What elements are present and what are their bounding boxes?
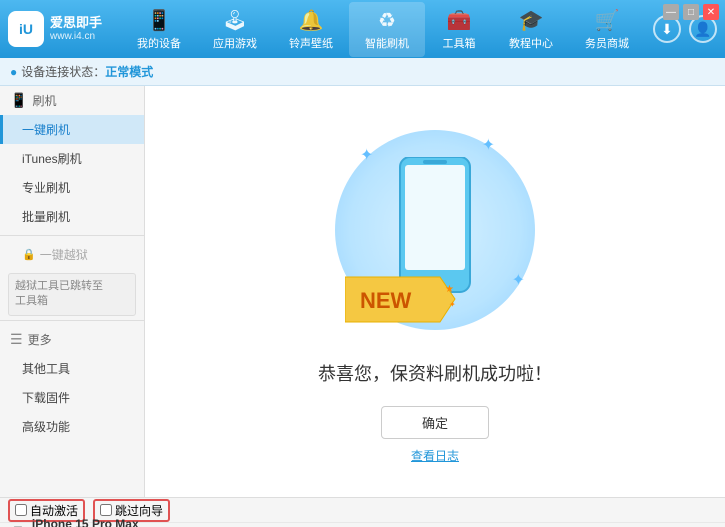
my-device-icon: 📱	[147, 8, 172, 33]
new-ribbon: NEW ★ ✦	[345, 272, 465, 330]
sidebar-more-header: ☰ 更多	[0, 325, 144, 354]
nav-my-device[interactable]: 📱 我的设备	[121, 2, 197, 57]
success-message: 恭喜您，保资料刷机成功啦！	[318, 360, 552, 386]
app-logo: iU 爱思即手 www.i4.cn	[8, 11, 103, 47]
maximize-button[interactable]: □	[683, 4, 699, 20]
more-section-label: 更多	[28, 331, 52, 348]
sidebar: 📱 刷机 一键刷机 iTunes刷机 专业刷机 批量刷机 🔒 一键越狱 越狱工具	[0, 86, 145, 497]
sparkle-icon-2: ✦	[482, 135, 495, 155]
svg-text:NEW: NEW	[360, 288, 412, 313]
store-icon: 🛒	[595, 8, 620, 33]
flash-section-label: 刷机	[32, 92, 56, 109]
status-prefix: ●	[10, 65, 17, 79]
main-layout: 📱 刷机 一键刷机 iTunes刷机 专业刷机 批量刷机 🔒 一键越狱 越狱工具	[0, 86, 725, 497]
smart-flash-icon: ♻	[378, 8, 396, 33]
nav-tutorial[interactable]: 🎓 教程中心	[493, 2, 569, 57]
view-log-link[interactable]: 查看日志	[411, 447, 459, 464]
toolbox-icon: 🧰	[447, 8, 472, 33]
sidebar-flash-header: 📱 刷机	[0, 86, 144, 115]
main-content: NEW ★ ✦ ✦ ✦ ✦ 恭喜您，保资料刷机成功啦！ 确定 查看日志	[145, 86, 725, 497]
sparkle-icon-3: ✦	[512, 270, 525, 290]
nav-toolbox[interactable]: 🧰 工具箱	[425, 2, 493, 57]
illustration: NEW ★ ✦ ✦ ✦ ✦	[325, 120, 545, 340]
nav-app-games[interactable]: 🕹 应用游戏	[197, 2, 273, 57]
sidebar-disabled-jailbreak: 🔒 一键越狱	[0, 240, 144, 269]
sidebar-divider-2	[0, 320, 144, 321]
sidebar-item-pro-flash[interactable]: 专业刷机	[0, 173, 144, 202]
nav-bar: 📱 我的设备 🕹 应用游戏 🔔 铃声壁纸 ♻ 智能刷机 🧰 工具箱 🎓 教	[113, 2, 653, 57]
device-name: iPhone 15 Pro Max	[32, 517, 139, 527]
sub-header: ● 设备连接状态： 正常模式	[0, 58, 725, 86]
sidebar-divider-1	[0, 235, 144, 236]
flash-section-icon: 📱	[10, 92, 27, 109]
skip-guide-checkbox[interactable]	[100, 504, 112, 516]
app-games-icon: 🕹	[222, 8, 247, 33]
sub-header-prefix: 设备连接状态：	[21, 63, 105, 80]
brand-url: www.i4.cn	[50, 31, 102, 43]
sidebar-item-one-key-flash[interactable]: 一键刷机	[0, 115, 144, 144]
device-info: 📱 iPhone 15 Pro Max 512GB iPhone	[8, 517, 139, 527]
svg-text:★: ★	[445, 284, 454, 295]
close-button[interactable]: ✕	[703, 4, 719, 20]
minimize-button[interactable]: —	[663, 4, 679, 20]
nav-smart-flash[interactable]: ♻ 智能刷机	[349, 2, 425, 57]
lock-icon: 🔒	[22, 248, 36, 261]
sidebar-warning-text: 越狱工具已跳转至工具箱	[8, 273, 136, 316]
brand-name: 爱思即手	[50, 15, 102, 31]
sparkle-icon-1: ✦	[360, 145, 373, 165]
logo-icon: iU	[8, 11, 44, 47]
sidebar-item-other-tools[interactable]: 其他工具	[0, 354, 144, 383]
sidebar-item-batch-flash[interactable]: 批量刷机	[0, 202, 144, 231]
app-header: iU 爱思即手 www.i4.cn 📱 我的设备 🕹 应用游戏 🔔 铃声壁纸 ♻	[0, 0, 725, 58]
sidebar-item-download-fw[interactable]: 下载固件	[0, 383, 144, 412]
confirm-button[interactable]: 确定	[381, 406, 489, 439]
more-section-icon: ☰	[10, 331, 23, 348]
svg-text:✦: ✦	[449, 300, 456, 309]
sidebar-item-advanced[interactable]: 高级功能	[0, 412, 144, 441]
auto-activate-checkbox[interactable]	[15, 504, 27, 516]
sidebar-item-itunes-flash[interactable]: iTunes刷机	[0, 144, 144, 173]
nav-ringtone[interactable]: 🔔 铃声壁纸	[273, 2, 349, 57]
tutorial-icon: 🎓	[519, 8, 544, 33]
status-text: 正常模式	[105, 63, 153, 80]
ringtone-icon: 🔔	[299, 8, 324, 33]
nav-store[interactable]: 🛒 务员商城	[569, 2, 645, 57]
